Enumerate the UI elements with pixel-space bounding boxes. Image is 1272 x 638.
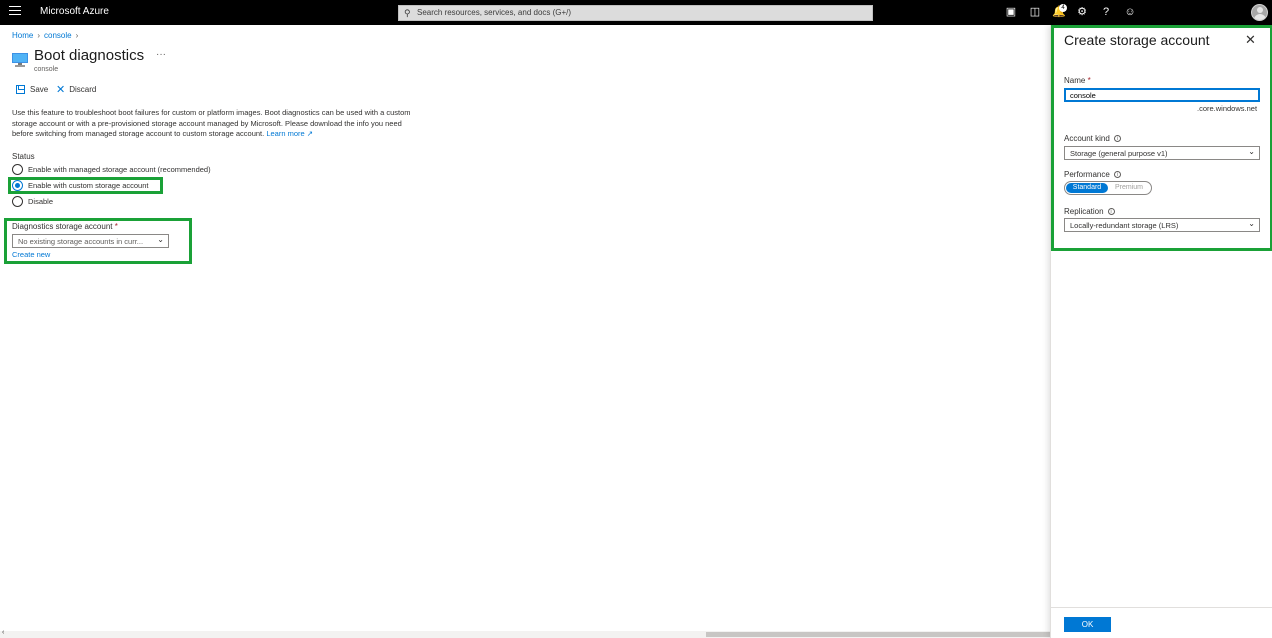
learn-more-link[interactable]: Learn more [266, 129, 304, 138]
discard-button[interactable]: ✕ Discard [56, 83, 97, 96]
chevron-right-icon: › [75, 31, 79, 40]
name-label: Name * [1064, 76, 1091, 85]
performance-premium-option[interactable]: Premium [1108, 183, 1150, 193]
footer-divider [1051, 607, 1272, 608]
radio-button[interactable] [12, 196, 23, 207]
scrollbar-thumb[interactable] [706, 632, 1050, 637]
settings-gear-icon[interactable]: ⚙ [1075, 5, 1089, 19]
performance-label: Performance i [1064, 170, 1121, 179]
description-text: Use this feature to troubleshoot boot fa… [12, 108, 424, 140]
name-input[interactable]: console [1064, 88, 1260, 102]
chevron-right-icon: › [37, 31, 41, 40]
radio-disable[interactable]: Disable [12, 196, 53, 207]
dropdown-value: Storage (general purpose v1) [1070, 149, 1168, 158]
name-domain-suffix: .core.windows.net [1197, 104, 1258, 113]
breadcrumb: Home › console › [12, 31, 82, 40]
status-label: Status [12, 152, 35, 161]
required-asterisk: * [1087, 76, 1091, 85]
search-placeholder: Search resources, services, and docs (G+… [417, 8, 572, 17]
create-storage-account-panel: Create storage account ✕ Name * console … [1050, 25, 1272, 638]
chevron-down-icon: ⌄ [1248, 219, 1255, 228]
external-link-icon: ↗ [306, 129, 314, 138]
name-label-text: Name [1064, 76, 1086, 85]
save-button[interactable]: Save [16, 85, 48, 94]
radio-label: Disable [28, 197, 54, 206]
performance-toggle[interactable]: Standard Premium [1064, 181, 1152, 195]
info-icon[interactable]: i [1113, 171, 1121, 178]
search-icon: ⚲ [404, 8, 411, 18]
account-kind-label-text: Account kind [1064, 134, 1110, 143]
breadcrumb-console[interactable]: console [44, 31, 72, 40]
highlight-box [8, 177, 163, 194]
close-icon: ✕ [56, 83, 66, 96]
panel-title: Create storage account [1064, 32, 1210, 48]
highlight-box [4, 218, 192, 264]
account-kind-dropdown[interactable]: Storage (general purpose v1) ⌄ [1064, 146, 1260, 160]
radio-label: Enable with managed storage account (rec… [28, 165, 211, 174]
radio-managed-storage[interactable]: Enable with managed storage account (rec… [12, 164, 211, 175]
feedback-smiley-icon[interactable]: ☺ [1123, 5, 1137, 19]
performance-standard-option[interactable]: Standard [1066, 183, 1108, 193]
info-icon[interactable]: i [1113, 135, 1121, 142]
global-search-input[interactable]: ⚲ Search resources, services, and docs (… [398, 5, 873, 21]
user-avatar[interactable] [1251, 4, 1268, 21]
help-icon[interactable]: ? [1099, 5, 1113, 19]
info-icon[interactable]: i [1107, 208, 1115, 215]
replication-label: Replication i [1064, 207, 1115, 216]
save-icon [16, 85, 25, 94]
horizontal-scrollbar[interactable]: ‹ [0, 629, 1050, 638]
performance-label-text: Performance [1064, 170, 1110, 179]
cloud-shell-icon[interactable]: ▣ [1004, 5, 1018, 19]
close-icon[interactable]: ✕ [1245, 32, 1256, 48]
virtual-machine-icon [12, 53, 28, 67]
page-title: Boot diagnostics [34, 47, 145, 64]
brand-title[interactable]: Microsoft Azure [40, 6, 109, 17]
replication-dropdown[interactable]: Locally-redundant storage (LRS) ⌄ [1064, 218, 1260, 232]
main-content: Home › console › Boot diagnostics ··· conso… [0, 25, 1050, 638]
page-subtitle: console [34, 66, 59, 73]
radio-button[interactable] [12, 164, 23, 175]
save-label: Save [30, 85, 49, 94]
dropdown-value: Locally-redundant storage (LRS) [1070, 221, 1179, 230]
breadcrumb-home[interactable]: Home [12, 31, 33, 40]
replication-label-text: Replication [1064, 207, 1104, 216]
notification-count-badge: 4 [1059, 4, 1067, 12]
account-kind-label: Account kind i [1064, 134, 1121, 143]
scroll-left-icon[interactable]: ‹ [2, 629, 4, 636]
description-body: Use this feature to troubleshoot boot fa… [12, 108, 411, 138]
directory-filter-icon[interactable]: ◫ [1028, 5, 1042, 19]
more-options-button[interactable]: ··· [156, 49, 166, 60]
discard-label: Discard [69, 85, 97, 94]
chevron-down-icon: ⌄ [1248, 147, 1255, 156]
top-bar: Microsoft Azure ⚲ Search resources, serv… [0, 0, 1272, 25]
ok-button[interactable]: OK [1064, 617, 1111, 632]
hamburger-menu-icon[interactable] [9, 6, 21, 18]
